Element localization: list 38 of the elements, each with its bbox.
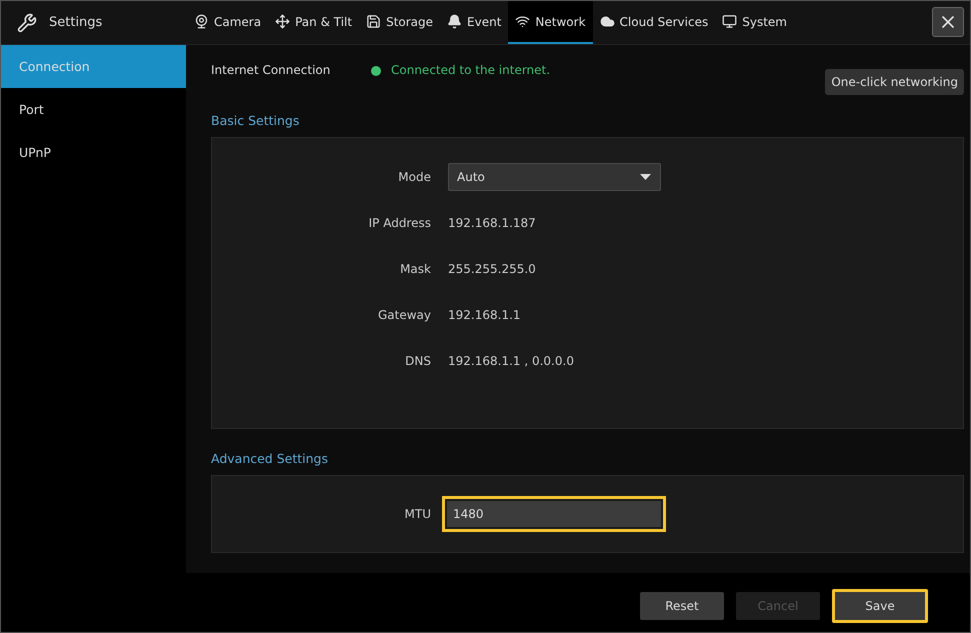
webcam-icon xyxy=(194,14,209,29)
sidebar-item[interactable]: UPnP xyxy=(1,131,186,174)
bell-icon xyxy=(447,14,462,29)
tools-icon xyxy=(17,12,37,32)
caret-icon xyxy=(640,174,651,180)
move-arrows-icon xyxy=(275,14,290,29)
section-title: Basic Settings xyxy=(211,112,300,128)
nav-tab[interactable]: Network xyxy=(508,1,593,44)
connection-label: Internet Connection xyxy=(211,63,332,77)
field-label: Mask xyxy=(399,262,432,276)
monitor-icon xyxy=(722,14,738,29)
close-button[interactable] xyxy=(932,7,964,37)
nav-tab[interactable]: System xyxy=(715,1,794,44)
cloud-icon xyxy=(600,14,615,29)
action-button[interactable]: Save xyxy=(832,588,928,622)
field-value: 192.168.1.187 xyxy=(448,216,536,230)
nav-tab[interactable]: Storage xyxy=(359,1,440,44)
connection-status: Connected to the internet. xyxy=(391,63,550,77)
one-click-networking-button[interactable]: One-click networking xyxy=(825,69,964,95)
field-label: Gateway xyxy=(376,308,432,322)
field-label: DNS xyxy=(404,354,432,368)
nav-tab[interactable]: Camera xyxy=(187,1,268,44)
field-label: Mode xyxy=(397,170,432,184)
action-button[interactable]: Reset xyxy=(640,592,724,620)
field-value: 192.168.1.1 xyxy=(448,308,521,322)
field-value: 192.168.1.1 , 0.0.0.0 xyxy=(448,354,574,368)
field-label: IP Address xyxy=(368,216,432,230)
nav-tab[interactable]: Event xyxy=(440,1,508,44)
section-title: Advanced Settings xyxy=(211,451,329,466)
settings-title: Settings xyxy=(49,15,102,30)
mode-dropdown[interactable]: Auto xyxy=(448,162,661,191)
field-value: 255.255.255.0 xyxy=(448,262,536,276)
mtu-input-field[interactable]: 1480 xyxy=(442,496,666,532)
nav-tab[interactable]: Cloud Services xyxy=(592,1,716,44)
field-label: MTU xyxy=(404,507,432,522)
sidebar-item[interactable]: Port xyxy=(1,88,186,131)
nav-tab[interactable]: Pan & Tilt xyxy=(268,1,360,44)
wifi-icon xyxy=(515,14,530,29)
